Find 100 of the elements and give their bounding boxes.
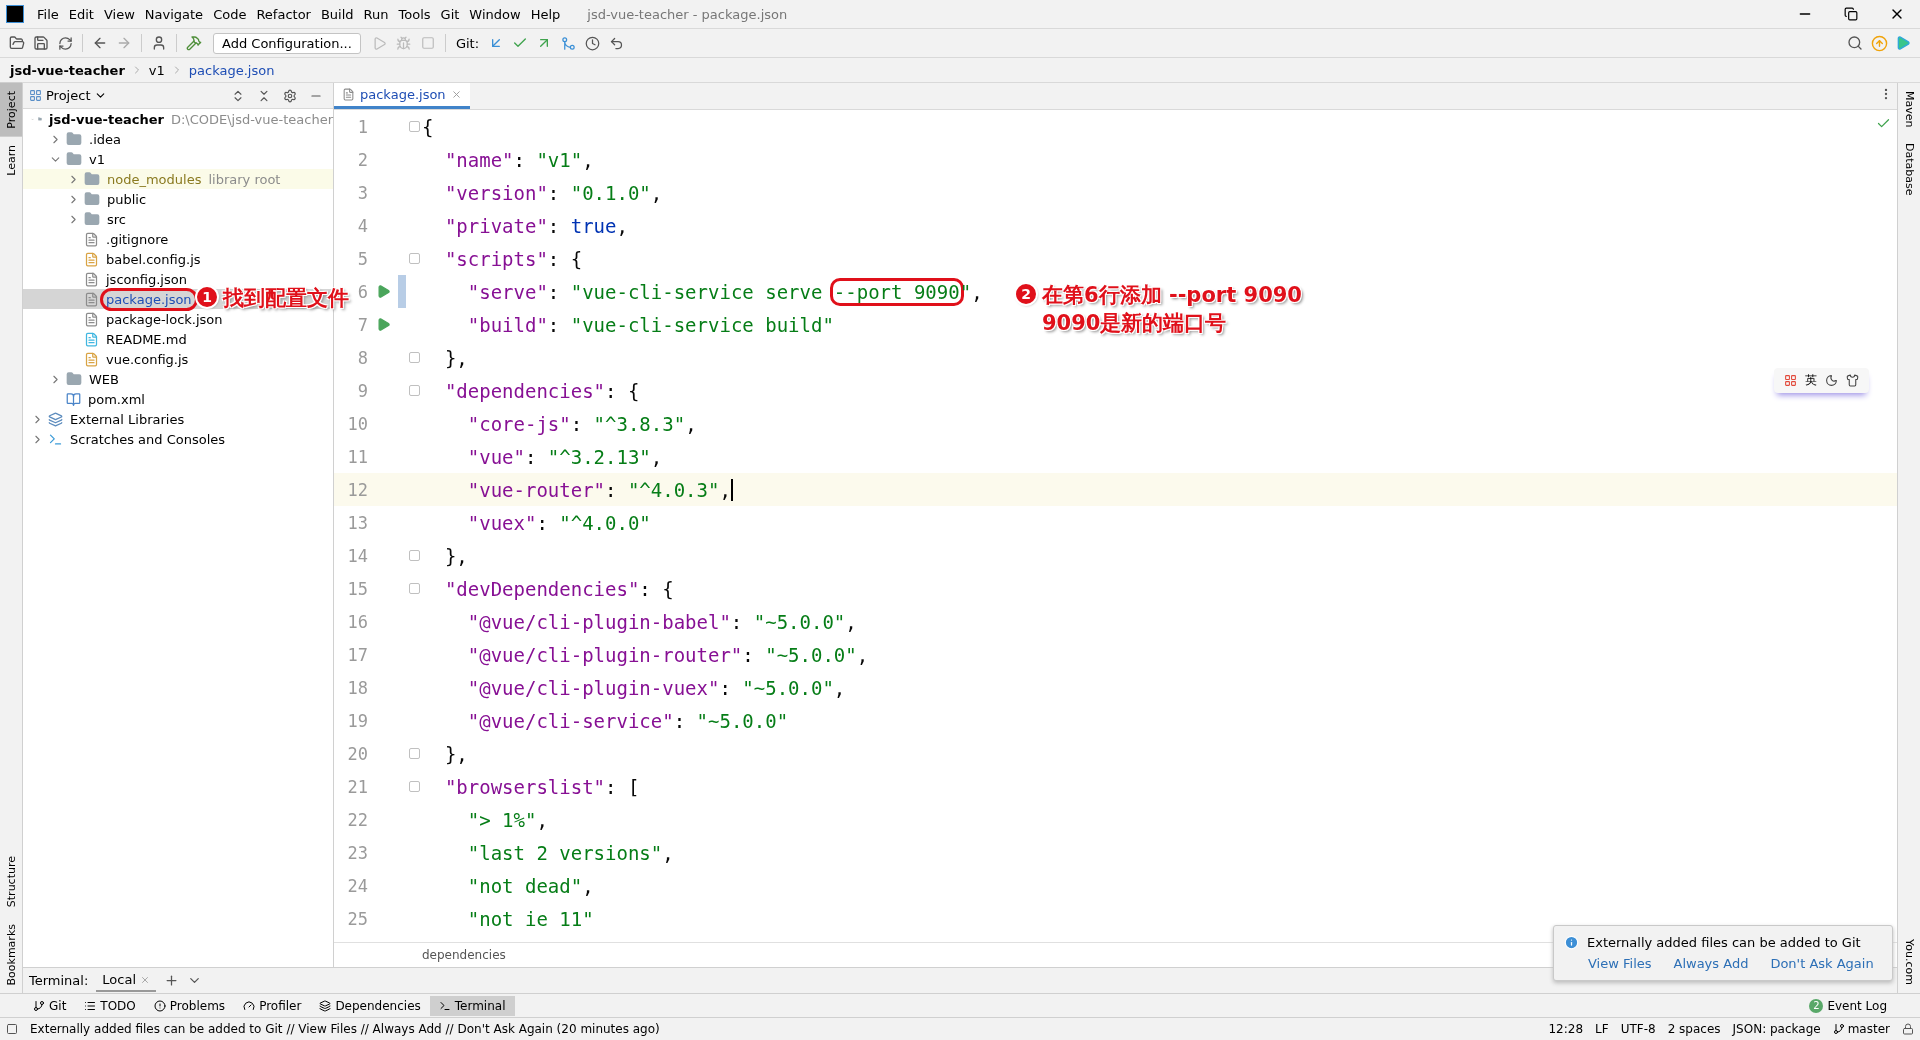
code-text: :	[547, 214, 561, 237]
forward-icon[interactable]	[116, 35, 132, 51]
status-item[interactable]: 12:28	[1548, 1022, 1584, 1036]
folder-icon	[66, 371, 82, 387]
code-text: ,	[650, 445, 663, 468]
menu-item[interactable]: Edit	[63, 6, 99, 22]
tool-window-tab[interactable]: Project	[0, 83, 22, 137]
tool-window-tab[interactable]: Maven	[1898, 83, 1920, 136]
menu-item[interactable]: Tools	[393, 6, 436, 22]
info-icon	[1564, 935, 1579, 950]
tool-window-button[interactable]: Problems	[144, 995, 235, 1016]
panel-title[interactable]: Project	[46, 88, 91, 103]
menu-item[interactable]: Help	[525, 6, 566, 22]
user-icon[interactable]	[151, 35, 167, 51]
plugin-triangle-icon[interactable]	[1895, 35, 1911, 51]
tool-window-button[interactable]: Profiler	[234, 995, 311, 1016]
fold-marker[interactable]	[408, 253, 420, 264]
breadcrumb-item[interactable]: jsd-vue-teacher	[10, 62, 125, 78]
event-log-button[interactable]: 2 Event Log	[1800, 995, 1896, 1016]
fold-marker[interactable]	[408, 352, 420, 363]
json-file-icon	[84, 311, 99, 327]
sync-icon[interactable]	[57, 35, 73, 51]
code-text: :	[547, 313, 561, 336]
tool-window-tab[interactable]: Bookmarks	[0, 915, 22, 993]
status-item[interactable]: JSON: package	[1732, 1022, 1821, 1036]
code-text: "^4.0.0"	[559, 511, 651, 534]
menu-item[interactable]: Git	[435, 6, 465, 22]
annotation-text: 9090是新的端口号	[1042, 310, 1228, 337]
fold-marker[interactable]	[408, 121, 420, 132]
settings-icon[interactable]	[283, 88, 297, 103]
code-text: ,	[616, 214, 628, 237]
status-item[interactable]: LF	[1595, 1022, 1609, 1036]
fold-marker[interactable]	[408, 385, 420, 396]
folder-icon	[66, 151, 82, 167]
branch-name[interactable]: master	[1847, 1022, 1890, 1036]
notification-link[interactable]: Always Add	[1673, 956, 1749, 971]
ime-language-toggle[interactable]: 英	[1805, 372, 1817, 389]
code-text: ,	[662, 841, 674, 864]
code-text: :	[536, 511, 549, 534]
tool-window-button[interactable]: TODO	[75, 995, 145, 1016]
update-circle-icon[interactable]	[1870, 34, 1888, 52]
circled-tree-item[interactable]: package.json	[100, 287, 198, 311]
tool-window-tab[interactable]: You.com	[1898, 931, 1920, 993]
editor-tab[interactable]: package.json	[334, 83, 470, 109]
code-text: "private"	[443, 214, 548, 237]
lock-icon[interactable]	[1902, 1023, 1914, 1035]
menu-item[interactable]: Navigate	[139, 6, 209, 22]
code-text: : {	[639, 577, 674, 600]
editor-breadcrumb[interactable]: dependencies	[422, 948, 506, 962]
menu-item[interactable]: View	[98, 6, 140, 22]
breadcrumb-item[interactable]: v1	[148, 62, 165, 78]
menu-item[interactable]: Build	[315, 6, 359, 22]
status-item[interactable]: 2 spaces	[1667, 1022, 1721, 1036]
merge-icon[interactable]	[560, 35, 576, 51]
code-text: :	[730, 610, 744, 633]
panel-toggle-icon[interactable]	[6, 1023, 18, 1035]
menu-item[interactable]: Refactor	[251, 6, 316, 22]
tool-window-tab[interactable]: Structure	[0, 848, 22, 916]
fold-marker[interactable]	[408, 583, 420, 594]
code-text: "^3.2.13"	[547, 445, 651, 468]
restore-icon[interactable]	[1844, 7, 1858, 21]
tool-window-button[interactable]: Git	[24, 995, 76, 1016]
code-text: "serve"	[466, 280, 548, 303]
search-icon[interactable]	[1847, 35, 1863, 51]
tool-window-button[interactable]: Terminal	[429, 995, 515, 1016]
run-gutter-icon[interactable]	[375, 317, 391, 332]
menu-item[interactable]: File	[32, 6, 64, 22]
rollback-icon[interactable]	[608, 35, 624, 51]
back-icon[interactable]	[92, 35, 108, 51]
moon-icon[interactable]	[1825, 374, 1838, 387]
fold-marker[interactable]	[408, 550, 420, 561]
open-folder-icon[interactable]	[9, 35, 25, 51]
maven-icon	[66, 391, 81, 407]
fold-marker[interactable]	[408, 748, 420, 759]
breadcrumb-item[interactable]: package.json	[188, 62, 275, 78]
run-gutter-icon[interactable]	[375, 284, 391, 299]
history-clock-icon[interactable]	[584, 35, 600, 51]
menu-item[interactable]: Run	[358, 6, 394, 22]
add-configuration-button[interactable]: Add Configuration...	[213, 32, 361, 54]
collapse-all-icon[interactable]	[257, 88, 271, 103]
menu-item[interactable]: Window	[464, 6, 526, 22]
notification-link[interactable]: Don't Ask Again	[1770, 956, 1874, 971]
code-text: "vue-cli-service serve	[570, 280, 824, 303]
grid-icon[interactable]	[1784, 374, 1797, 387]
js-file-icon	[84, 251, 99, 267]
tool-window-tab[interactable]: Database	[1898, 135, 1920, 204]
build-hammer-icon[interactable]	[186, 35, 202, 51]
annotation-text: 在第6行添加 --port 9090	[1042, 282, 1302, 309]
tool-window-tab[interactable]: Learn	[0, 136, 22, 184]
fold-marker[interactable]	[408, 781, 420, 792]
save-icon[interactable]	[33, 35, 49, 51]
code-text: ,	[536, 808, 548, 831]
notification-link[interactable]: View Files	[1588, 956, 1652, 971]
shirt-icon[interactable]	[1846, 374, 1859, 387]
tool-window-button[interactable]: Dependencies	[310, 995, 430, 1016]
markdown-file-icon	[84, 331, 99, 347]
terminal-tab[interactable]: Local	[96, 969, 157, 992]
status-item[interactable]: UTF-8	[1620, 1022, 1656, 1036]
new-tab-icon[interactable]	[164, 973, 180, 988]
menu-item[interactable]: Code	[208, 6, 252, 22]
